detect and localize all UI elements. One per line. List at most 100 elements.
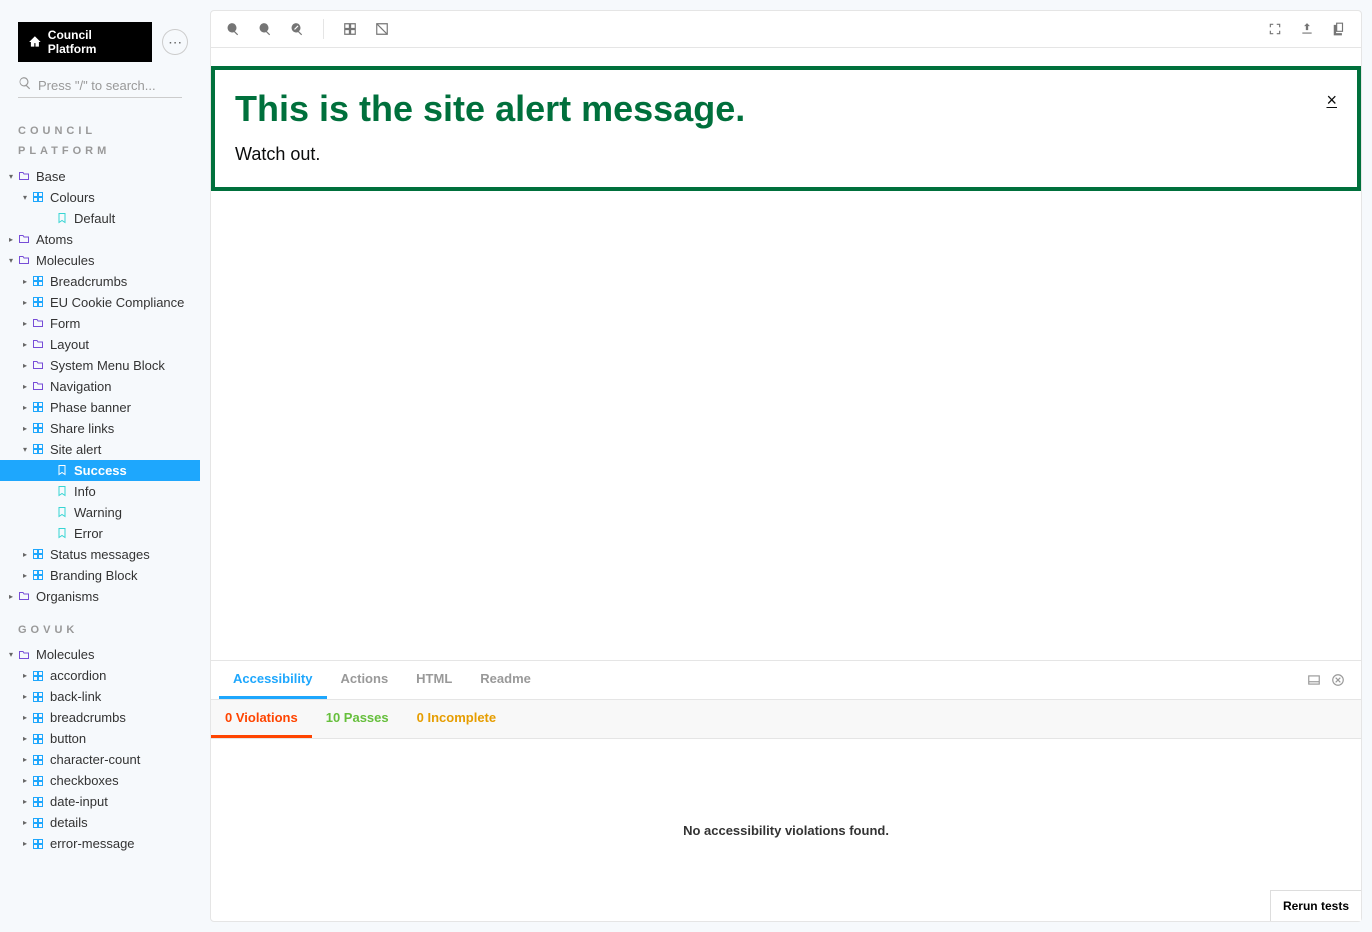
subtab-incomplete[interactable]: 0 Incomplete — [403, 700, 510, 738]
panel-tabs: Accessibility Actions HTML Readme — [211, 661, 1361, 700]
expander-icon[interactable]: ▸ — [20, 571, 30, 580]
tree-item-default[interactable]: Default — [0, 208, 200, 229]
expander-icon[interactable]: ▸ — [20, 776, 30, 785]
tree-item-colours[interactable]: ▾Colours — [0, 187, 200, 208]
tree-item-molecules[interactable]: ▾ Molecules — [0, 644, 200, 665]
tree-item-share-links[interactable]: ▸ Share links — [0, 418, 200, 439]
expander-icon[interactable]: ▸ — [6, 592, 16, 601]
expander-icon[interactable]: ▸ — [20, 319, 30, 328]
tree-item-back-link[interactable]: ▸back-link — [0, 686, 200, 707]
tab-accessibility[interactable]: Accessibility — [219, 661, 327, 699]
expander-icon[interactable]: ▸ — [20, 713, 30, 722]
share-button[interactable] — [1293, 15, 1321, 43]
tab-readme[interactable]: Readme — [466, 661, 545, 699]
alert-close-button[interactable]: × — [1326, 90, 1337, 111]
expander-icon[interactable]: ▸ — [20, 692, 30, 701]
component-icon — [32, 443, 44, 455]
tree-label: Status messages — [50, 547, 150, 562]
tab-actions[interactable]: Actions — [327, 661, 403, 699]
subtab-violations[interactable]: 0 Violations — [211, 700, 312, 738]
tree-item-molecules[interactable]: ▾Molecules — [0, 250, 200, 271]
tree-item-breadcrumbs[interactable]: ▸breadcrumbs — [0, 707, 200, 728]
expander-icon[interactable]: ▸ — [20, 382, 30, 391]
tree-item-date-input[interactable]: ▸date-input — [0, 791, 200, 812]
tree-label: button — [50, 731, 86, 746]
expander-icon[interactable]: ▾ — [20, 193, 30, 202]
rerun-tests-button[interactable]: Rerun tests — [1270, 890, 1361, 921]
expander-icon[interactable]: ▸ — [6, 235, 16, 244]
zoom-in-button[interactable] — [219, 15, 247, 43]
fullscreen-button[interactable] — [1261, 15, 1289, 43]
tree-label: Success — [74, 463, 127, 478]
tree-item-details[interactable]: ▸details — [0, 812, 200, 833]
search-input[interactable] — [18, 74, 182, 98]
tree-item-success[interactable]: Success — [0, 460, 200, 481]
expander-icon[interactable]: ▸ — [20, 277, 30, 286]
tree-item-system-menu-block[interactable]: ▸ System Menu Block — [0, 355, 200, 376]
tree-label: Navigation — [50, 379, 111, 394]
expander-icon[interactable]: ▸ — [20, 550, 30, 559]
tree-item-eu-cookie-compliance[interactable]: ▸EU Cookie Compliance — [0, 292, 200, 313]
tree-item-site-alert[interactable]: ▾Site alert — [0, 439, 200, 460]
tree-item-base[interactable]: ▾Base — [0, 166, 200, 187]
expander-icon[interactable]: ▸ — [20, 797, 30, 806]
tree-item-phase-banner[interactable]: ▸Phase banner — [0, 397, 200, 418]
component-icon — [32, 569, 44, 581]
orientation-icon[interactable] — [1307, 673, 1321, 687]
tree-item-warning[interactable]: Warning — [0, 502, 200, 523]
expander-icon[interactable]: ▸ — [20, 403, 30, 412]
expander-icon[interactable]: ▸ — [20, 839, 30, 848]
copy-button[interactable] — [1325, 15, 1353, 43]
tree-item-info[interactable]: Info — [0, 481, 200, 502]
expander-icon[interactable]: ▸ — [20, 671, 30, 680]
menu-button[interactable]: ⋯ — [162, 29, 188, 55]
tree-item-error-message[interactable]: ▸ error-message — [0, 833, 200, 854]
expander-icon[interactable]: ▸ — [20, 818, 30, 827]
zoom-reset-button[interactable] — [283, 15, 311, 43]
tree-item-error[interactable]: Error — [0, 523, 200, 544]
folder-icon — [18, 649, 30, 661]
story-icon — [56, 485, 68, 497]
tree-item-form[interactable]: ▸Form — [0, 313, 200, 334]
component-icon — [32, 275, 44, 287]
tree-label: character-count — [50, 752, 140, 767]
close-panel-icon[interactable] — [1331, 673, 1345, 687]
expander-icon[interactable]: ▸ — [20, 424, 30, 433]
tree-item-checkboxes[interactable]: ▸checkboxes — [0, 770, 200, 791]
expander-icon[interactable]: ▾ — [6, 256, 16, 265]
tree-label: System Menu Block — [50, 358, 165, 373]
grid-button[interactable] — [336, 15, 364, 43]
subtab-passes[interactable]: 10 Passes — [312, 700, 403, 738]
tree-item-layout[interactable]: ▸Layout — [0, 334, 200, 355]
logo[interactable]: Council Platform — [18, 22, 152, 62]
tree-label: Molecules — [36, 647, 95, 662]
tree-label: Share links — [50, 421, 114, 436]
folder-icon — [18, 254, 30, 266]
expander-icon[interactable]: ▸ — [20, 340, 30, 349]
expander-icon[interactable]: ▸ — [20, 361, 30, 370]
tree-item-status-messages[interactable]: ▸ Status messages — [0, 544, 200, 565]
expander-icon[interactable]: ▾ — [20, 445, 30, 454]
tree-label: Breadcrumbs — [50, 274, 127, 289]
tab-html[interactable]: HTML — [402, 661, 466, 699]
background-button[interactable] — [368, 15, 396, 43]
tree-item-branding-block[interactable]: ▸Branding Block — [0, 565, 200, 586]
folder-icon — [32, 380, 44, 392]
expander-icon[interactable]: ▾ — [6, 650, 16, 659]
tree-item-navigation[interactable]: ▸ Navigation — [0, 376, 200, 397]
component-icon — [32, 796, 44, 808]
tree-item-button[interactable]: ▸ button — [0, 728, 200, 749]
expander-icon[interactable]: ▸ — [20, 755, 30, 764]
tree-label: error-message — [50, 836, 135, 851]
expander-icon[interactable]: ▾ — [6, 172, 16, 181]
tree-item-breadcrumbs[interactable]: ▸ Breadcrumbs — [0, 271, 200, 292]
tree-item-atoms[interactable]: ▸Atoms — [0, 229, 200, 250]
tree-govuk: ▾ Molecules ▸accordion▸back-link▸breadcrum… — [0, 644, 200, 854]
expander-icon[interactable]: ▸ — [20, 298, 30, 307]
zoom-out-button[interactable] — [251, 15, 279, 43]
tree-item-organisms[interactable]: ▸Organisms — [0, 586, 200, 607]
expander-icon[interactable]: ▸ — [20, 734, 30, 743]
tree-item-accordion[interactable]: ▸accordion — [0, 665, 200, 686]
tree-item-character-count[interactable]: ▸ character-count — [0, 749, 200, 770]
folder-icon — [32, 317, 44, 329]
